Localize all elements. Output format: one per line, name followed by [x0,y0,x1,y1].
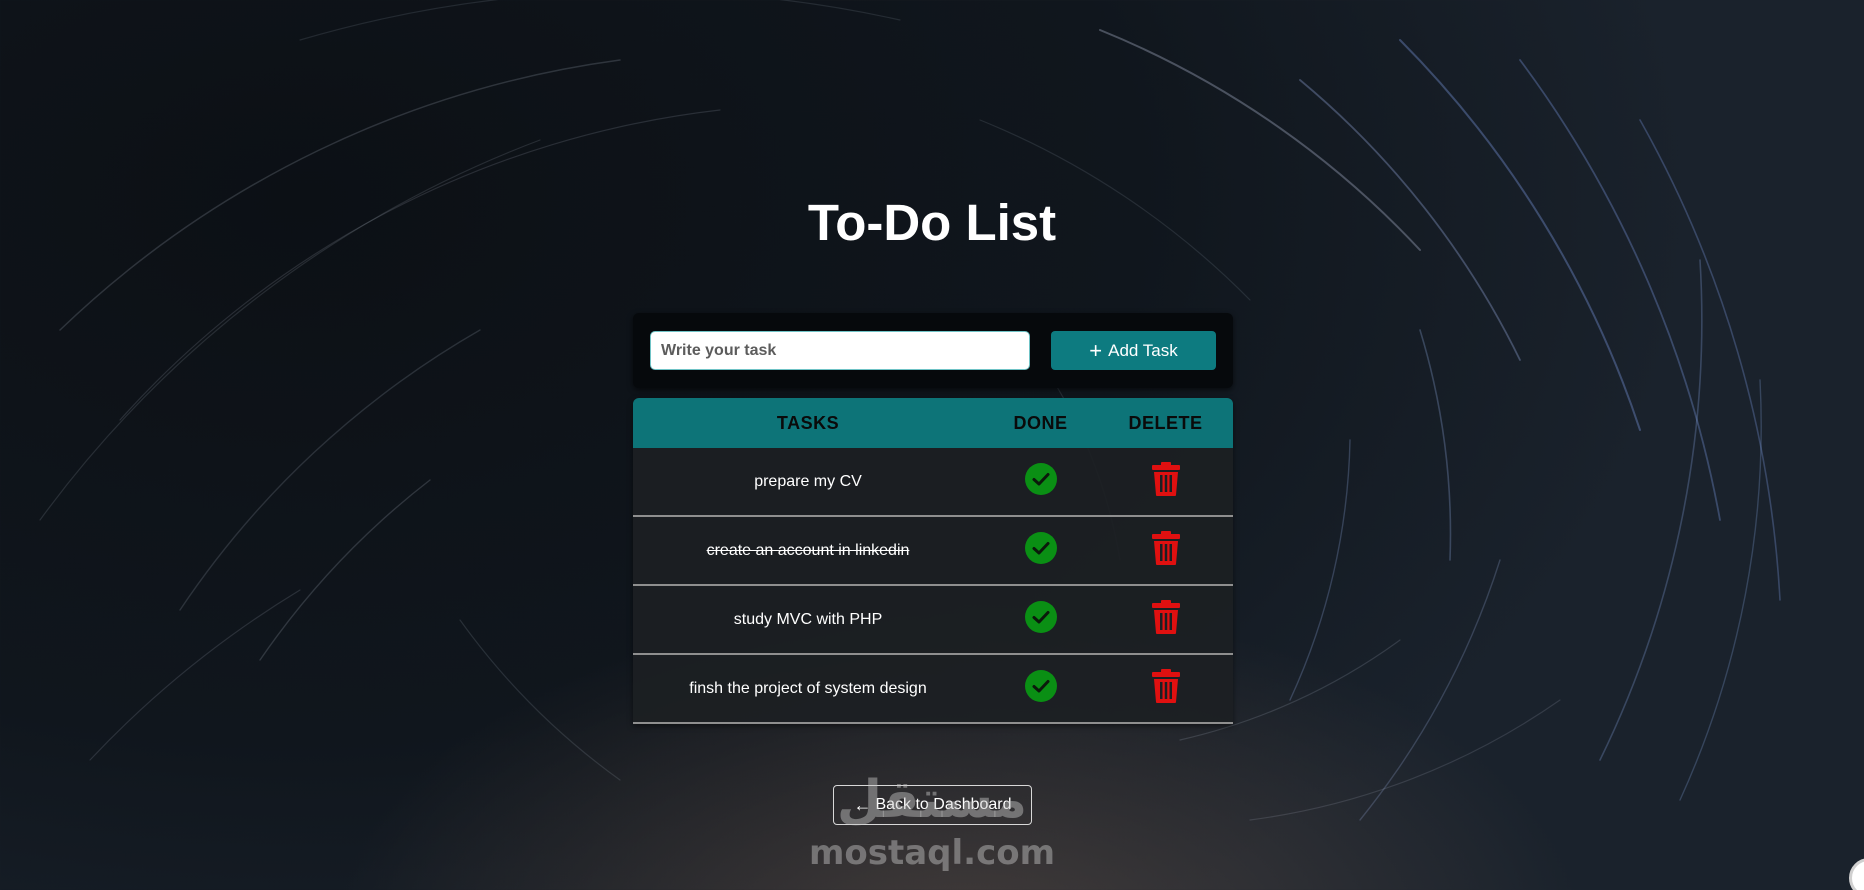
add-task-button[interactable]: + Add Task [1051,331,1216,370]
table-row: study MVC with PHP [633,586,1233,655]
table-header: TASKS DONE DELETE [633,398,1233,448]
trash-icon [1151,600,1180,634]
task-text: study MVC with PHP [733,610,883,628]
delete-button[interactable] [1151,599,1181,635]
plus-icon: + [1089,337,1103,363]
trash-icon [1151,669,1180,703]
done-button[interactable] [1024,531,1058,565]
table-body: prepare my CV create an account in linked… [633,448,1233,724]
page-title: To-Do List [807,194,1057,251]
header-done: DONE [1013,412,1068,433]
trash-icon [1151,531,1180,565]
delete-button[interactable] [1151,668,1181,704]
watermark-latin: mostaql.com [808,833,1056,873]
check-circle-icon [1024,670,1057,702]
check-circle-icon [1024,532,1057,564]
task-text: finsh the project of system design [689,679,927,697]
delete-button[interactable] [1151,530,1181,566]
done-button[interactable] [1024,462,1058,496]
task-text: create an account in linkedin [706,541,910,559]
tasks-table: TASKS DONE DELETE prepare my CV create an… [633,398,1233,724]
table-row: finsh the project of system design [633,655,1233,724]
header-tasks: TASKS [776,412,840,433]
delete-button[interactable] [1151,461,1181,497]
task-text: prepare my CV [754,472,862,490]
task-input[interactable] [650,331,1030,370]
table-row: create an account in linkedin [633,517,1233,586]
trash-icon [1151,462,1180,496]
table-row: prepare my CV [633,448,1233,517]
add-task-label: Add Task [1108,340,1178,360]
done-button[interactable] [1024,669,1058,703]
header-delete: DELETE [1128,412,1203,433]
done-button[interactable] [1024,600,1058,634]
watermark-arabic: مستقل [836,770,1028,830]
add-task-form: + Add Task [633,313,1233,388]
check-circle-icon [1024,463,1057,495]
todo-page: To-Do List + Add Task TASKS DONE DELETE … [0,0,1864,890]
check-circle-icon [1024,601,1057,633]
